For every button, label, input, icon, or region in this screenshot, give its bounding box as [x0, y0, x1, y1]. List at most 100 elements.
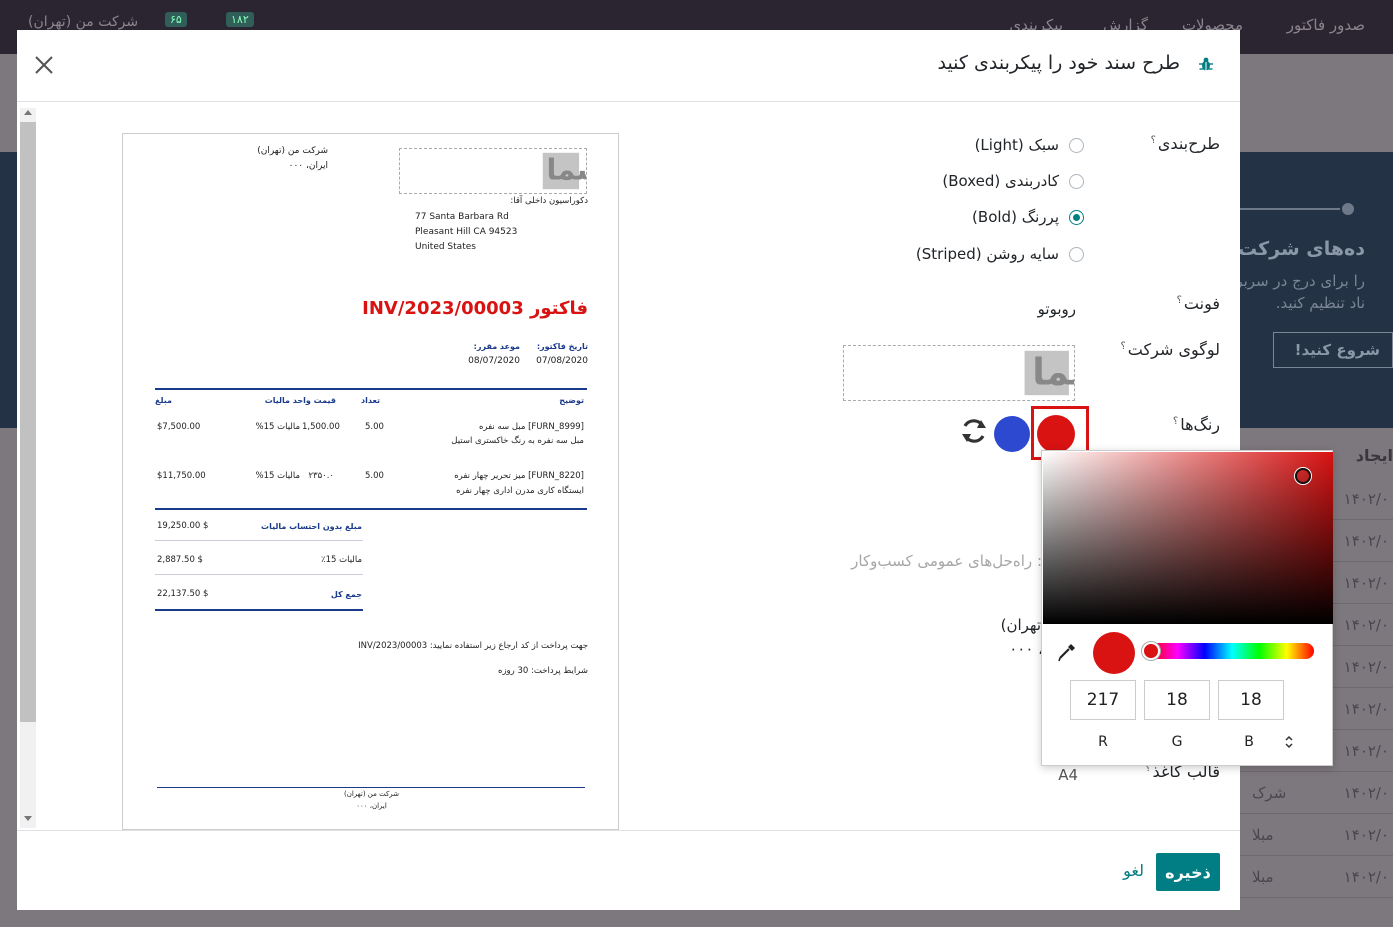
invoice-preview: شرکت من (تهران) ایران، ۰۰۰ لوگوشما دکورا… [122, 133, 619, 830]
col-amount: مبلغ [155, 396, 172, 405]
line-price: 1,500.00 [302, 422, 340, 432]
hue-slider[interactable] [1150, 643, 1314, 659]
radio-striped[interactable] [1069, 246, 1084, 262]
preview-scrollbar-thumb[interactable] [20, 122, 36, 722]
col-description: توضیح [559, 396, 584, 405]
layout-option-bold[interactable]: پررنگ (Bold) [972, 206, 1084, 228]
layout-option-boxed[interactable]: کادربندی (Boxed) [942, 170, 1084, 192]
svg-text:لوگوشما: لوگوشما [547, 153, 587, 187]
reset-colors-icon[interactable] [959, 416, 989, 446]
scroll-down-arrow-icon[interactable] [24, 816, 32, 821]
list-row: ۱۴۰۲/۰ مبلا [1240, 856, 1393, 898]
untaxed-label: مبلغ بدون احتساب مالیات [261, 522, 362, 531]
total-amount: 22,137.50 $ [157, 589, 209, 599]
invoice-address-line: 77 Santa Barbara Rd [415, 212, 509, 222]
totals-rule [155, 540, 363, 541]
selected-color-preview [1093, 632, 1135, 674]
line-description: مبل سه نفره به رنگ خاکستری استیل [451, 436, 584, 446]
line-amount: $11,750.00 [157, 471, 206, 481]
payment-reference: جهت پرداخت از کد ارجاع زیر استفاده نمایی… [358, 641, 588, 651]
totals-rule [155, 574, 363, 575]
invoice-company-name: شرکت من (تهران) [257, 146, 328, 156]
company-tagline: : راه‌حل‌های عمومی کسب‌وکار [851, 552, 1042, 570]
font-select[interactable]: روبوتو [1038, 300, 1076, 318]
saturation-value-area[interactable] [1043, 452, 1333, 624]
line-description: [FURN_8220] میز تحریر چهار نفره [454, 471, 584, 481]
total-rule [155, 609, 363, 611]
invoice-customer-label: دکوراسیون داخلی آقا: [510, 196, 588, 206]
green-input[interactable] [1144, 680, 1210, 720]
invoice-title: فاکتور INV/2023/00003 [362, 298, 588, 319]
blue-input[interactable] [1218, 680, 1284, 720]
payment-terms: شرایط پرداخت: 30 روزه [498, 666, 588, 676]
total-label: جمع کل [330, 590, 362, 599]
line-tax: مالیات 15% [255, 471, 301, 481]
cancel-button[interactable]: لغو [1123, 861, 1144, 880]
invoice-address-line: United States [415, 242, 476, 252]
line-tax: مالیات 15% [255, 422, 301, 432]
logo-label: لوگوی شرکت؟ [1120, 340, 1220, 359]
close-icon[interactable] [31, 52, 57, 78]
invoice-address-line: Pleasant Hill CA 94523 [415, 227, 518, 237]
layout-label: طرح‌بندی؟ [1150, 134, 1220, 153]
modal-footer: ذخیره لغو [17, 830, 1240, 910]
company-address-country: ، ۰۰۰ [1009, 640, 1043, 658]
line-description: ایستگاه کاری مدرن اداری چهار نفره [456, 486, 584, 496]
company-switcher: شرکت من (تهران) [28, 14, 139, 30]
eyedropper-icon[interactable] [1056, 641, 1078, 663]
banner-dot [1342, 203, 1354, 215]
bug-icon[interactable] [1198, 56, 1214, 72]
invoice-date-label: تاریخ فاکتور: [536, 342, 588, 351]
document-layout-dialog: طرح سند خود را پیکربندی کنید شرکت من (ته… [17, 30, 1333, 910]
col-quantity: تعداد [361, 396, 380, 405]
line-amount: $7,500.00 [157, 422, 201, 432]
modal-title: طرح سند خود را پیکربندی کنید [937, 52, 1180, 74]
invoice-company-country: ایران، ۰۰۰ [288, 161, 328, 171]
red-label: R [1098, 734, 1108, 750]
hue-slider-handle[interactable] [1142, 642, 1160, 660]
radio-boxed[interactable] [1069, 173, 1084, 189]
save-button[interactable]: ذخیره [1156, 853, 1220, 891]
secondary-color-swatch[interactable] [994, 416, 1030, 452]
invoice-due-label: موعد مقرر: [473, 342, 520, 351]
table-bottom-rule [155, 508, 587, 510]
footer-company: شرکت من (تهران) [343, 790, 400, 798]
modal-header: طرح سند خود را پیکربندی کنید [17, 30, 1240, 102]
col-price-tax: قیمت واحد مالیات [264, 396, 336, 405]
layout-option-striped[interactable]: سایه روشن (Striped) [916, 243, 1084, 265]
layout-option-light[interactable]: سبک (Light) [975, 134, 1084, 156]
badge-b: ۶۵ [165, 12, 187, 27]
radio-bold[interactable] [1069, 209, 1084, 225]
list-header: ایجاد [1355, 446, 1393, 465]
footer-rule [157, 787, 585, 788]
scroll-up-arrow-icon[interactable] [24, 110, 32, 115]
banner-title: ده‌های شرکت [1238, 238, 1365, 260]
color-mode-toggle-icon[interactable] [1282, 734, 1296, 750]
green-label: G [1171, 734, 1183, 750]
primary-color-swatch[interactable] [1037, 415, 1075, 453]
svg-text:لوگوشما: لوگوشما [1032, 351, 1075, 394]
paper-format-select[interactable]: A4 [1058, 766, 1078, 784]
nav-invoicing: صدور فاکتور [1286, 16, 1365, 34]
red-input[interactable] [1070, 680, 1136, 720]
company-logo-upload[interactable]: لوگوشما [843, 345, 1075, 401]
line-qty: 5.00 [365, 471, 384, 481]
saturation-value-handle[interactable] [1295, 468, 1311, 484]
banner-start-button: شروع کنید! [1273, 332, 1393, 368]
tax-amount: 2,887.50 $ [157, 555, 203, 565]
radio-light[interactable] [1069, 137, 1084, 153]
line-description: [FURN_8999] مبل سه نفره [478, 422, 584, 432]
untaxed-amount: 19,250.00 $ [157, 521, 209, 531]
banner-text-2: ناد تنظیم کنید. [1275, 294, 1365, 312]
blue-label: B [1244, 734, 1254, 750]
footer-country: ایران، ۰۰۰ [356, 802, 387, 810]
line-qty: 5.00 [365, 422, 384, 432]
color-picker-popover: R G B [1041, 450, 1333, 766]
badge-a: ۱۸۲ [226, 12, 254, 27]
tax-label: مالیات 15٪ [321, 555, 362, 565]
list-row: ۱۴۰۲/۰ شرک [1240, 772, 1393, 814]
colors-label: رنگ‌ها؟ [1172, 415, 1220, 434]
banner-line [1240, 208, 1340, 210]
invoice-date: 07/08/2020 [536, 356, 588, 366]
font-label: فونت؟ [1176, 294, 1220, 313]
